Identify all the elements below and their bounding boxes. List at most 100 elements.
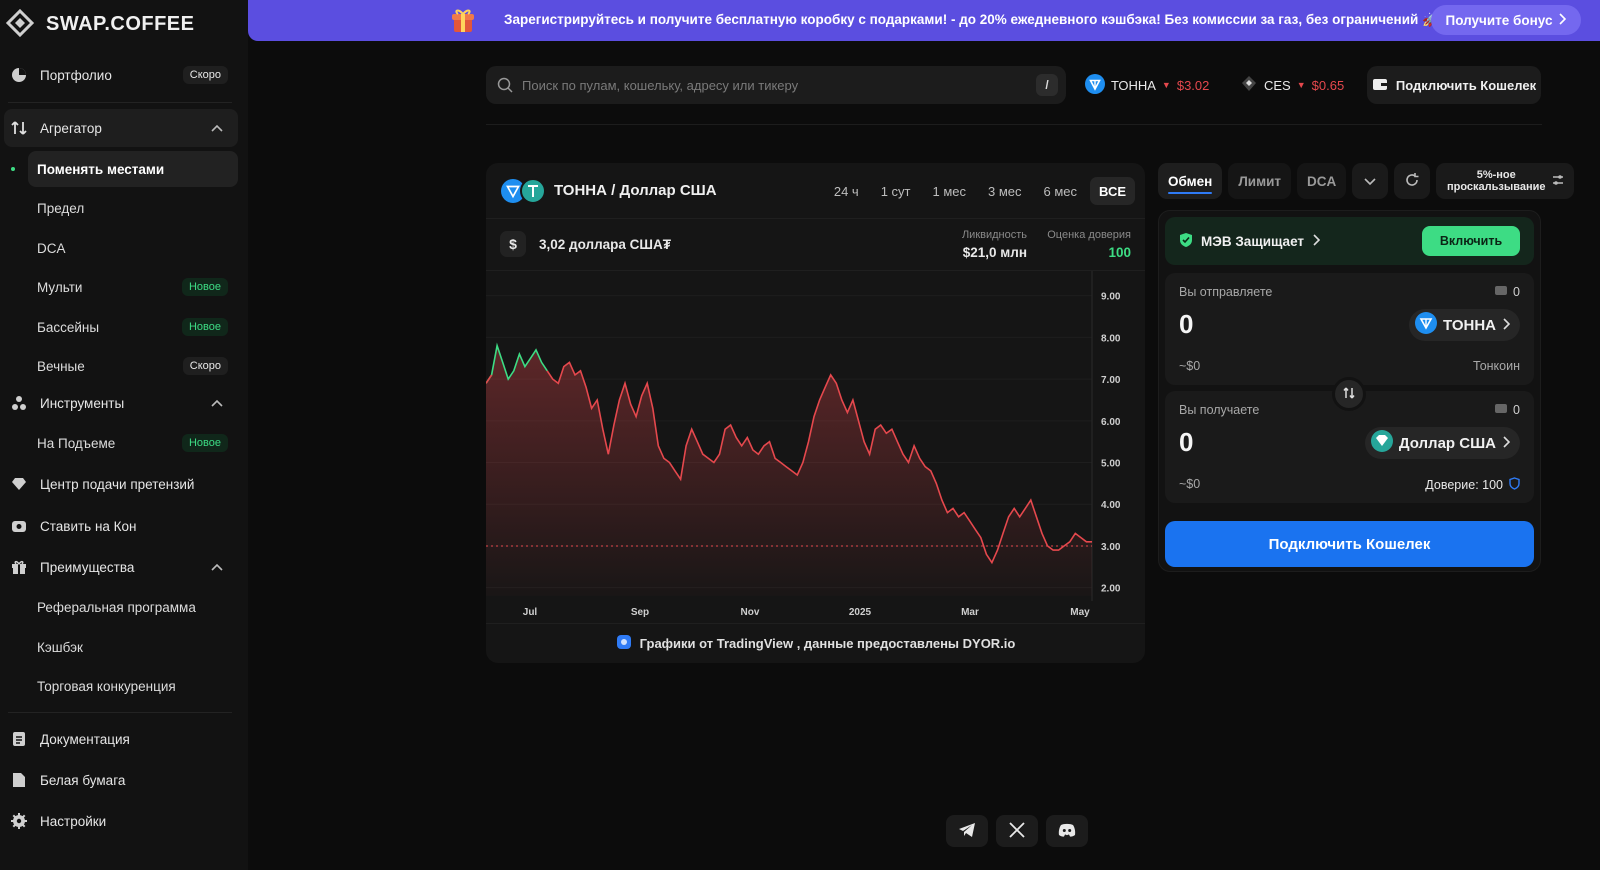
- pie-chart-icon: [8, 64, 30, 86]
- x-tick-label: Nov: [741, 607, 760, 618]
- button-label: Подключить Кошелек: [1395, 77, 1537, 93]
- sidebar-item-docs[interactable]: Документация: [4, 720, 238, 758]
- sidebar: SWAP.COFFEE Портфолио Скоро Агрегатор По…: [0, 0, 248, 870]
- swap-arrows-icon: [8, 117, 30, 139]
- sidebar-item-settings[interactable]: Настройки: [4, 802, 238, 840]
- down-triangle-icon: ▼: [1161, 80, 1171, 90]
- sidebar-item-benefits[interactable]: Преимущества: [4, 548, 238, 586]
- new-badge: Новое: [181, 318, 228, 336]
- flip-direction-button[interactable]: [1332, 377, 1366, 411]
- sidebar-item-multi[interactable]: Мульти Новое: [28, 269, 238, 305]
- search-input[interactable]: [522, 77, 1022, 93]
- sidebar-item-claims[interactable]: Центр подачи претензий: [4, 465, 238, 503]
- x-tick-label: Jul: [523, 607, 538, 618]
- connect-wallet-button[interactable]: Подключить Кошелек: [1165, 521, 1534, 567]
- ticker-name: CES: [1264, 77, 1291, 93]
- pair-title: ТОННА / Доллар США: [554, 182, 717, 199]
- sidebar-item-referral[interactable]: Реферальная программа: [28, 589, 238, 625]
- sidebar-item-label: DCA: [37, 240, 66, 256]
- sidebar-item-cashback[interactable]: Кэшбэк: [28, 629, 238, 665]
- tab-limit[interactable]: Лимит: [1228, 163, 1291, 199]
- timeframe-3m[interactable]: 3 мес: [979, 177, 1031, 205]
- chevron-right-icon: [1558, 12, 1567, 28]
- liquidity-value: $21,0 млн: [962, 245, 1027, 260]
- timeframe-24h[interactable]: 24 ч: [825, 177, 868, 205]
- mev-protection-row: МЭВ Защищает Включить: [1165, 217, 1534, 265]
- sidebar-item-aggregator[interactable]: Агрегатор: [4, 109, 238, 147]
- usdt-icon: [1370, 430, 1393, 456]
- send-amount-input[interactable]: 0: [1179, 309, 1193, 340]
- price-row: $ 3,02 доллара США₮ Ликвидность $21,0 мл…: [486, 219, 1145, 271]
- timeframe-1d[interactable]: 1 сут: [872, 177, 920, 205]
- get-bonus-button[interactable]: Получите бонус: [1431, 5, 1581, 35]
- timeframe-all[interactable]: ВСЕ: [1090, 177, 1135, 205]
- dollar-icon: $: [500, 231, 526, 257]
- new-badge: Новое: [181, 434, 228, 452]
- sidebar-item-portfolio[interactable]: Портфолио Скоро: [4, 56, 238, 94]
- send-balance-value: 0: [1513, 285, 1520, 299]
- sidebar-item-competition[interactable]: Торговая конкуренция: [28, 668, 238, 704]
- discord-button[interactable]: [1046, 815, 1088, 847]
- chevron-up-icon[interactable]: [208, 119, 226, 137]
- y-tick-label: 2.00: [1101, 584, 1121, 595]
- trust-value: 100: [1108, 245, 1131, 260]
- chevron-right-icon: [1502, 435, 1511, 452]
- ticker-price: $0.65: [1311, 77, 1345, 93]
- slippage-button[interactable]: 5%-ное проскальзывание: [1436, 163, 1575, 199]
- x-button[interactable]: [996, 815, 1038, 847]
- sidebar-item-perpetuals[interactable]: Вечные Скоро: [28, 348, 238, 384]
- receive-token-name: Доллар США: [1398, 434, 1496, 452]
- wallet-icon: [1495, 403, 1508, 417]
- tab-swap[interactable]: Обмен: [1158, 163, 1223, 199]
- receive-token-selector[interactable]: Доллар США: [1364, 427, 1520, 459]
- new-badge: Новое: [181, 278, 228, 296]
- mev-label: МЭВ Защищает: [1201, 234, 1305, 249]
- chevron-up-icon[interactable]: [208, 394, 226, 412]
- mev-link[interactable]: МЭВ Защищает: [1179, 232, 1321, 251]
- y-tick-label: 6.00: [1101, 417, 1121, 428]
- sidebar-item-label: Мульти: [37, 279, 83, 295]
- divider: [8, 102, 232, 103]
- price-chart[interactable]: 9.00 8.00 7.00 6.00 5.00 4.00 3.00 2.00 Jul Sep No…: [486, 271, 1145, 623]
- y-tick-label: 8.00: [1101, 333, 1121, 344]
- more-tabs-button[interactable]: [1352, 163, 1389, 199]
- logo[interactable]: SWAP.COFFEE: [4, 4, 195, 44]
- banner-text: Зарегистрируйтесь и получите бесплатную …: [504, 12, 1439, 27]
- search-bar[interactable]: /: [486, 66, 1066, 104]
- gear-icon: [8, 810, 30, 832]
- trust-score: Доверие: 100: [1425, 477, 1520, 493]
- gift-box-icon: [448, 6, 478, 36]
- sidebar-item-limit[interactable]: Предел: [28, 190, 238, 226]
- ticker-ces[interactable]: CES ▼ $0.65: [1240, 74, 1344, 96]
- sidebar-item-dca[interactable]: DCA: [28, 230, 238, 266]
- sidebar-item-swap[interactable]: Поменять местами: [11, 151, 238, 187]
- app-root: SWAP.COFFEE Портфолио Скоро Агрегатор По…: [0, 0, 1600, 870]
- sidebar-item-label: Поменять местами: [37, 161, 165, 177]
- sidebar-item-pools[interactable]: Бассейны Новое: [28, 309, 238, 345]
- sidebar-item-whitepaper[interactable]: Белая бумага: [4, 761, 238, 799]
- timeframe-6m[interactable]: 6 мес: [1035, 177, 1087, 205]
- chevron-up-icon[interactable]: [208, 558, 226, 576]
- sidebar-item-stake[interactable]: Ставить на Кон: [4, 507, 238, 545]
- sidebar-item-rising[interactable]: На Подъеме Новое: [28, 425, 238, 461]
- trust-label: Оценка доверия: [1047, 229, 1131, 241]
- y-tick-label: 5.00: [1101, 459, 1121, 470]
- timeframe-1m[interactable]: 1 мес: [924, 177, 976, 205]
- current-price: 3,02 доллара США₮: [539, 237, 671, 252]
- x-tick-label: Sep: [631, 607, 649, 618]
- chevron-right-icon: [1502, 317, 1511, 334]
- enable-mev-button[interactable]: Включить: [1422, 226, 1520, 256]
- telegram-button[interactable]: [946, 815, 988, 847]
- button-label: Получите бонус: [1445, 12, 1553, 28]
- sidebar-item-tools[interactable]: Инструменты: [4, 384, 238, 422]
- tab-dca[interactable]: DCA: [1296, 163, 1347, 199]
- active-dot: [11, 167, 15, 171]
- x-icon: [1009, 821, 1025, 841]
- x-tick-label: 2025: [849, 607, 872, 618]
- refresh-button[interactable]: [1394, 163, 1431, 199]
- send-token-selector[interactable]: ТОННА: [1409, 309, 1520, 341]
- liquidity-stat: Ликвидность $21,0 млн: [962, 229, 1027, 260]
- connect-wallet-top-button[interactable]: Подключить Кошелек: [1367, 66, 1541, 104]
- chart-card: ТОННА / Доллар США 24 ч 1 сут 1 мес 3 ме…: [486, 163, 1145, 663]
- ticker-ton[interactable]: ТОННА ▼ $3.02: [1085, 73, 1209, 96]
